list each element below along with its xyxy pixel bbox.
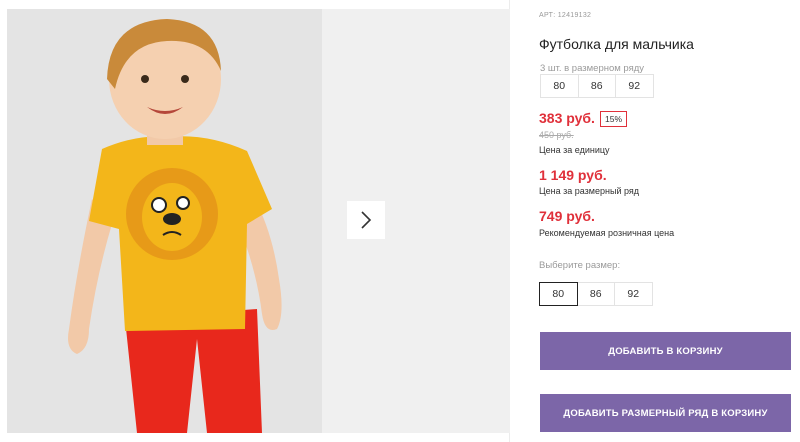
choose-size-label: Выберите размер: (539, 260, 621, 271)
set-size-80: 80 (540, 74, 579, 98)
product-photo-main[interactable] (7, 9, 322, 433)
add-set-to-cart-button[interactable]: ДОБАВИТЬ РАЗМЕРНЫЙ РЯД В КОРЗИНУ (540, 394, 791, 432)
product-title: Футболка для мальчика (539, 36, 694, 52)
old-price: 450 руб. (539, 130, 574, 140)
discount-badge: 15% (600, 111, 628, 127)
retail-price: 749 руб. (539, 208, 595, 224)
set-price: 1 149 руб. (539, 167, 607, 183)
article-number: АРТ: 12419132 (539, 12, 592, 19)
gallery-next-button[interactable] (347, 201, 385, 239)
unit-price: 383 руб. (539, 110, 595, 126)
set-size-label: 3 шт. в размерном ряду (540, 63, 645, 74)
product-gallery (0, 0, 510, 442)
add-to-cart-button[interactable]: ДОБАВИТЬ В КОРЗИНУ (540, 332, 791, 370)
size-option-80[interactable]: 80 (539, 282, 578, 306)
chevron-right-icon (361, 211, 372, 229)
set-size-86: 86 (577, 74, 616, 98)
unit-price-caption: Цена за единицу (539, 145, 610, 155)
set-size-list: 80 86 92 (540, 74, 654, 98)
set-size-92: 92 (615, 74, 654, 98)
size-selector: 80 86 92 (539, 282, 653, 306)
size-option-86[interactable]: 86 (576, 282, 615, 306)
size-option-92[interactable]: 92 (614, 282, 653, 306)
set-price-caption: Цена за размерный ряд (539, 186, 640, 196)
retail-price-caption: Рекомендуемая розничная цена (539, 228, 675, 238)
product-info: АРТ: 12419132 Футболка для мальчика 3 шт… (512, 0, 800, 442)
child-tshirt-photo (7, 9, 322, 433)
